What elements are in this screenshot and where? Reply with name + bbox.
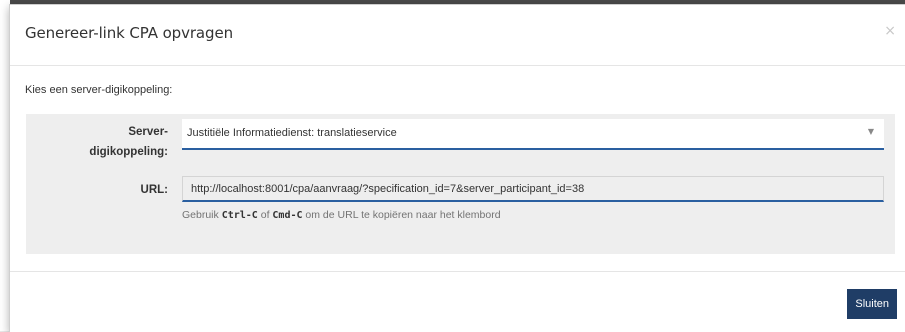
intro-text: Kies een server-digikoppeling:: [25, 84, 173, 96]
modal-title: Genereer-link CPA opvragen: [25, 24, 233, 42]
server-digikoppeling-label: Server- digikoppeling:: [46, 122, 168, 162]
generate-link-modal: Genereer-link CPA opvragen × Kies een se…: [9, 4, 905, 332]
url-value[interactable]: http://localhost:8001/cpa/aanvraag/?spec…: [191, 183, 584, 195]
copy-help-text: Gebruik Ctrl-C of Cmd-C om de URL te kop…: [182, 209, 501, 221]
help-prefix: Gebruik: [182, 209, 222, 221]
cmd-c-key: Cmd-C: [272, 210, 303, 221]
help-mid: of: [257, 209, 273, 221]
close-icon[interactable]: ×: [884, 24, 896, 38]
form-panel: Server- digikoppeling: Justitiële Inform…: [26, 114, 895, 254]
server-label-line2: digikoppeling:: [89, 146, 168, 158]
url-label: URL:: [140, 184, 168, 196]
modal-footer: Sluiten: [10, 271, 905, 332]
url-field[interactable]: http://localhost:8001/cpa/aanvraag/?spec…: [182, 176, 884, 202]
ctrl-c-key: Ctrl-C: [221, 210, 258, 221]
server-label-line1: Server-: [128, 126, 168, 138]
help-suffix: om de URL te kopiëren naar het klembord: [302, 209, 501, 221]
modal-header: Genereer-link CPA opvragen ×: [10, 5, 905, 66]
server-digikoppeling-select[interactable]: Justitiële Informatiedienst: translaties…: [182, 119, 884, 150]
chevron-down-icon[interactable]: ▼: [868, 127, 874, 136]
server-select-value: Justitiële Informatiedienst: translaties…: [187, 127, 397, 139]
sluiten-button[interactable]: Sluiten: [847, 289, 897, 319]
